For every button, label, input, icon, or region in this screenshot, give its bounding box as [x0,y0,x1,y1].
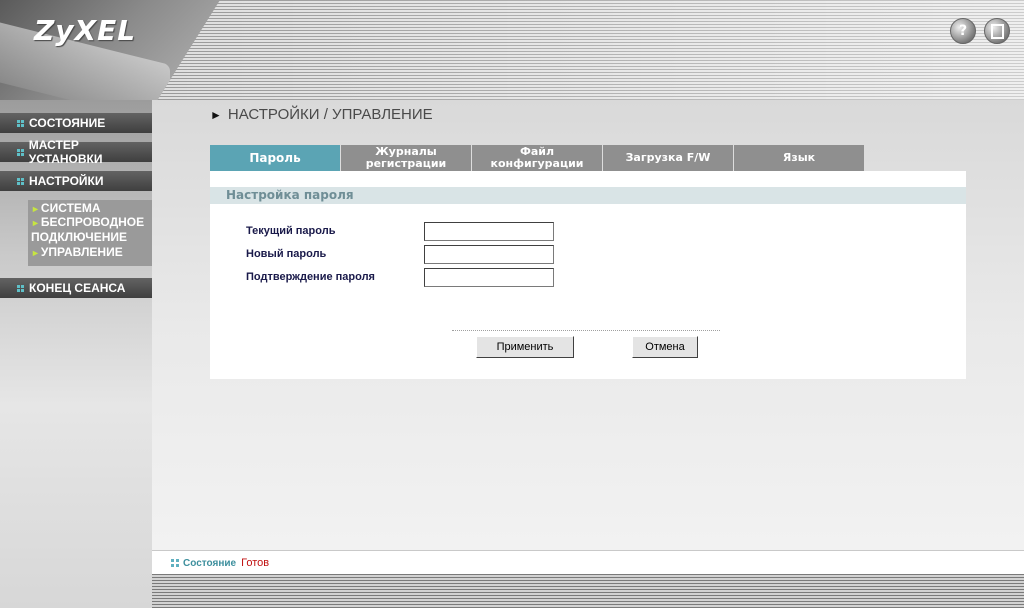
submenu-item-label: УПРАВЛЕНИЕ [40,245,123,259]
chevron-right-icon: ► [31,248,40,258]
current-password-label: Текущий пароль [246,225,336,237]
chevron-right-icon: ► [210,107,222,122]
tab-label-line2: регистрации [365,157,447,170]
password-panel: Настройка пароля Текущий пароль Новый па… [210,171,966,379]
tab-config-file[interactable]: Файл конфигурации [472,145,602,171]
sidebar-item-settings[interactable]: НАСТРОЙКИ [0,171,152,191]
confirm-password-label: Подтверждение пароля [246,271,375,283]
tab-label: Пароль [249,151,301,165]
status-label: Состояние [183,557,237,569]
status-squares-icon [171,559,179,567]
exit-icon[interactable] [984,18,1010,44]
bullet-squares-icon [17,119,24,127]
new-password-label: Новый пароль [246,248,327,260]
bullet-squares-icon [17,148,24,156]
status-value: Готов [241,557,270,569]
sidebar-item-label: НАСТРОЙКИ [29,174,104,188]
chevron-right-icon: ► [31,218,40,228]
sidebar-item-label: КОНЕЦ СЕАНСА [29,281,126,295]
sidebar-item-wizard[interactable]: МАСТЕР УСТАНОВКИ [0,138,152,166]
page-title: ► НАСТРОЙКИ / УПРАВЛЕНИЕ [210,106,433,123]
cancel-button[interactable]: Отмена [632,336,698,358]
bullet-squares-icon [17,284,24,292]
tab-label-line2: конфигурации [490,157,584,170]
tab-logs[interactable]: Журналы регистрации [341,145,471,171]
tab-label: Загрузка F/W [625,151,711,164]
bullet-squares-icon [17,177,24,185]
sidebar-item-label: СОСТОЯНИЕ [29,116,106,130]
settings-submenu: ►СИСТЕМА ►БЕСПРОВОДНОЕ ПОДКЛЮЧЕНИЕ ►УПРА… [28,200,152,266]
help-icon[interactable]: ? [950,18,976,44]
main-content: ► НАСТРОЙКИ / УПРАВЛЕНИЕ Пароль Журналы р… [152,100,1024,550]
header-banner: ZyXEL ? [0,0,1024,112]
confirm-password-input[interactable] [424,268,554,287]
current-password-input[interactable] [424,222,554,241]
tab-firmware-upload[interactable]: Загрузка F/W [603,145,733,171]
dotted-divider [452,330,720,331]
apply-button[interactable]: Применить [476,336,574,358]
sidebar-item-label: МАСТЕР УСТАНОВКИ [28,138,103,166]
submenu-item-wireless[interactable]: ►БЕСПРОВОДНОЕ [31,215,144,229]
submenu-item-label: ПОДКЛЮЧЕНИЕ [31,230,128,244]
submenu-item-system[interactable]: ►СИСТЕМА [31,201,101,215]
submenu-item-label: СИСТЕМА [40,201,101,215]
zyxel-logo: ZyXEL [34,14,137,47]
footer-stripes [152,574,1024,608]
submenu-item-management[interactable]: ►УПРАВЛЕНИЕ [31,245,123,259]
submenu-item-label: БЕСПРОВОДНОЕ [40,215,145,229]
status-bar: Состояние Готов [152,550,1024,575]
chevron-right-icon: ► [31,204,40,214]
sidebar: СОСТОЯНИЕ МАСТЕР УСТАНОВКИ НАСТРОЙКИ ►СИ… [0,100,152,608]
sidebar-item-logout[interactable]: КОНЕЦ СЕАНСА [0,278,152,298]
page-title-text: НАСТРОЙКИ / УПРАВЛЕНИЕ [227,106,433,123]
sidebar-item-status[interactable]: СОСТОЯНИЕ [0,113,152,133]
submenu-item-wireless-line2[interactable]: ПОДКЛЮЧЕНИЕ [31,230,127,244]
new-password-input[interactable] [424,245,554,264]
tab-label: Язык [782,151,816,164]
tab-bar: Пароль Журналы регистрации Файл конфигурац… [210,145,865,171]
tab-language[interactable]: Язык [734,145,864,171]
section-title: Настройка пароля [210,187,966,204]
tab-password[interactable]: Пароль [210,145,340,171]
